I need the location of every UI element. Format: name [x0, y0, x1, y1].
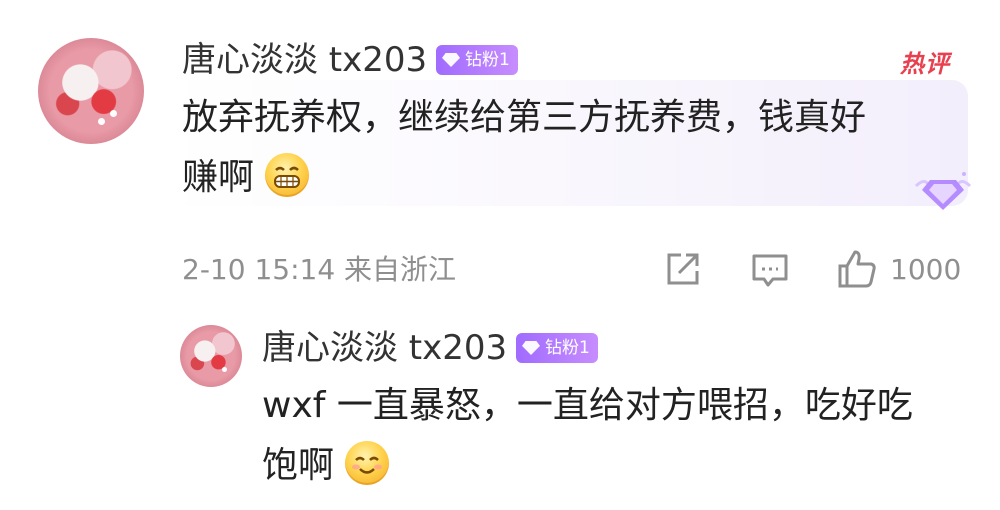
hot-comment-label: 热评 — [900, 50, 950, 78]
reply-fan-badge[interactable]: 钻粉1 — [516, 333, 598, 363]
comment-text: 放弃抚养权，继续给第三方抚养费，钱真好 赚啊 — [182, 88, 952, 208]
reply-avatar[interactable] — [180, 325, 242, 387]
avatar[interactable] — [38, 38, 144, 144]
smile-emoji-icon — [345, 441, 390, 485]
reply-badge-label: 钻粉1 — [545, 338, 590, 358]
reply-text-line-2: 饱啊 — [262, 436, 982, 496]
share-icon[interactable] — [664, 250, 702, 288]
diamond-decoration-icon — [910, 166, 976, 216]
reply-text-line-1: wxf 一直暴怒，一直给对方喂招，吃好吃 — [262, 385, 913, 426]
comment-text-line-2-text: 赚啊 — [182, 157, 255, 198]
timestamp-location: 2-10 15:14 来自浙江 — [182, 253, 457, 286]
diamond-icon — [442, 53, 460, 67]
reply-text-line-2-text: 饱啊 — [262, 445, 335, 486]
fan-badge[interactable]: 钻粉1 — [436, 45, 518, 75]
grin-emoji-icon — [265, 153, 310, 197]
reply-icon[interactable] — [750, 252, 790, 290]
comment-text-line-1: 放弃抚养权，继续给第三方抚养费，钱真好 — [182, 97, 867, 138]
username[interactable]: 唐心淡淡 tx203 — [182, 40, 427, 80]
diamond-icon — [522, 341, 540, 355]
badge-label: 钻粉1 — [465, 50, 510, 70]
reply-username[interactable]: 唐心淡淡 tx203 — [262, 328, 507, 368]
comment-text-line-2: 赚啊 — [182, 148, 952, 208]
like-icon[interactable] — [836, 248, 878, 290]
reply-text: wxf 一直暴怒，一直给对方喂招，吃好吃 饱啊 — [262, 376, 982, 496]
like-count: 1000 — [890, 253, 962, 286]
